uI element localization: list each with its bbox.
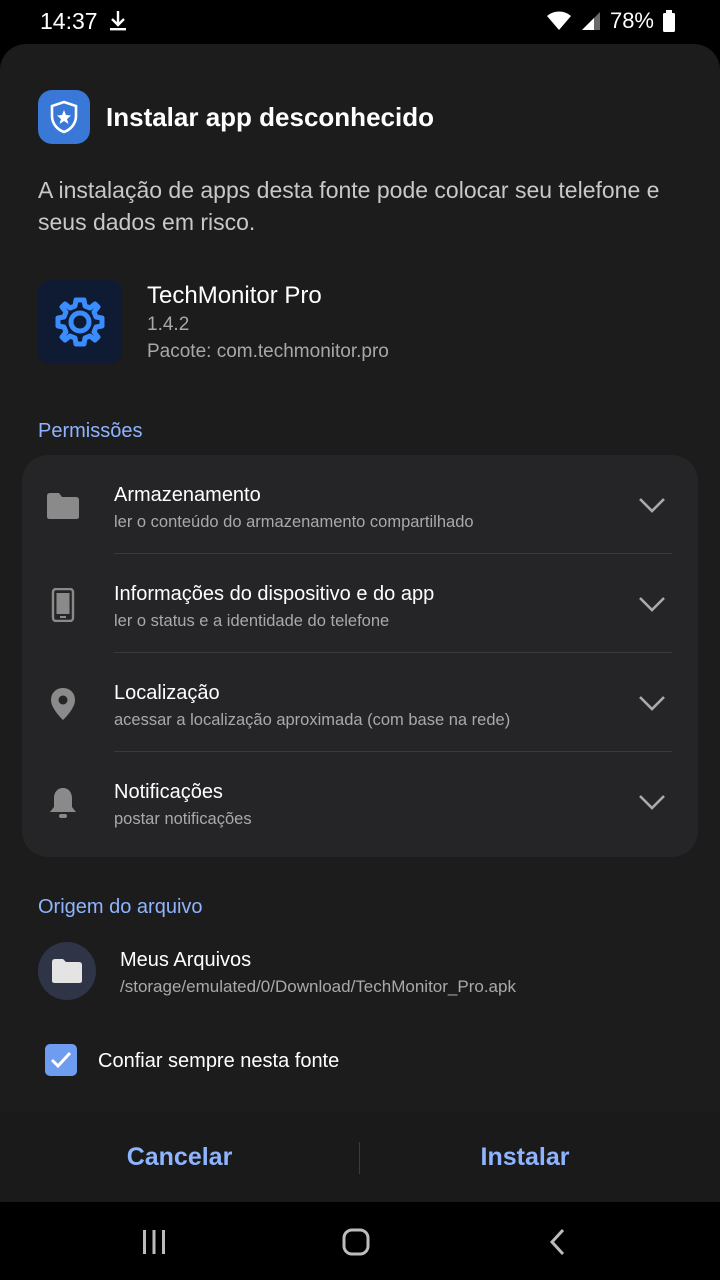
permission-desc: ler o conteúdo do armazenamento comparti… (114, 513, 474, 531)
install-button[interactable]: Instalar (360, 1112, 690, 1202)
source-app-name: Meus Arquivos (120, 949, 252, 971)
chevron-down-icon[interactable] (636, 493, 668, 517)
cancel-button[interactable]: Cancelar (0, 1112, 359, 1202)
warning-text: A instalação de apps desta fonte pode co… (38, 177, 660, 235)
app-package: Pacote: com.techmonitor.pro (147, 341, 389, 362)
phone-icon (46, 588, 80, 622)
install-dialog: Instalar app desconhecido A instalação d… (0, 44, 720, 1202)
battery-icon (663, 10, 675, 32)
source-file-path: /storage/emulated/0/Download/TechMonitor… (120, 977, 516, 996)
permission-title: Notificações (114, 781, 223, 803)
permission-item-location[interactable]: Localização acessar a localização aproxi… (22, 653, 698, 752)
app-version: 1.4.2 (147, 314, 190, 335)
trust-source-label[interactable]: Confiar sempre nesta fonte (98, 1050, 339, 1073)
dialog-title: Instalar app desconhecido (106, 102, 434, 132)
signal-icon (581, 12, 600, 30)
permission-desc: acessar a localização aproximada (com ba… (114, 711, 511, 729)
permission-title: Armazenamento (114, 484, 261, 506)
chevron-down-icon[interactable] (636, 691, 668, 715)
status-bar: 14:37 78% (0, 0, 720, 44)
shield-icon (38, 90, 90, 144)
wifi-icon (546, 11, 571, 30)
chevron-down-icon[interactable] (636, 592, 668, 616)
app-name: TechMonitor Pro (147, 282, 322, 309)
location-pin-icon (46, 687, 80, 721)
folder-icon (46, 489, 80, 523)
permissions-card: Armazenamento ler o conteúdo do armazena… (22, 455, 698, 857)
permission-desc: postar notificações (114, 810, 252, 828)
battery-percent: 78% (609, 8, 654, 33)
gear-icon (38, 280, 122, 364)
home-icon[interactable] (336, 1224, 376, 1260)
permission-item-notifications[interactable]: Notificações postar notificações (22, 752, 698, 851)
action-bar: Cancelar Instalar (0, 1112, 720, 1202)
checkmark-icon (50, 1051, 72, 1069)
permissions-label: Permissões (38, 420, 143, 442)
status-time: 14:37 (40, 8, 98, 34)
chevron-down-icon[interactable] (636, 790, 668, 814)
permission-desc: ler o status e a identidade do telefone (114, 612, 390, 630)
permission-title: Localização (114, 682, 220, 704)
download-icon (110, 11, 126, 31)
back-icon[interactable] (538, 1224, 578, 1260)
navigation-bar (0, 1202, 720, 1280)
permission-item-device-info[interactable]: Informações do dispositivo e do app ler … (22, 554, 698, 653)
status-right: 78% (546, 8, 676, 34)
bell-icon (46, 786, 80, 820)
recents-icon[interactable] (134, 1224, 174, 1260)
trust-source-checkbox[interactable] (45, 1044, 77, 1076)
permission-item-storage[interactable]: Armazenamento ler o conteúdo do armazena… (22, 455, 698, 554)
permission-title: Informações do dispositivo e do app (114, 583, 435, 605)
folder-icon (38, 942, 96, 1000)
source-label: Origem do arquivo (38, 896, 203, 918)
